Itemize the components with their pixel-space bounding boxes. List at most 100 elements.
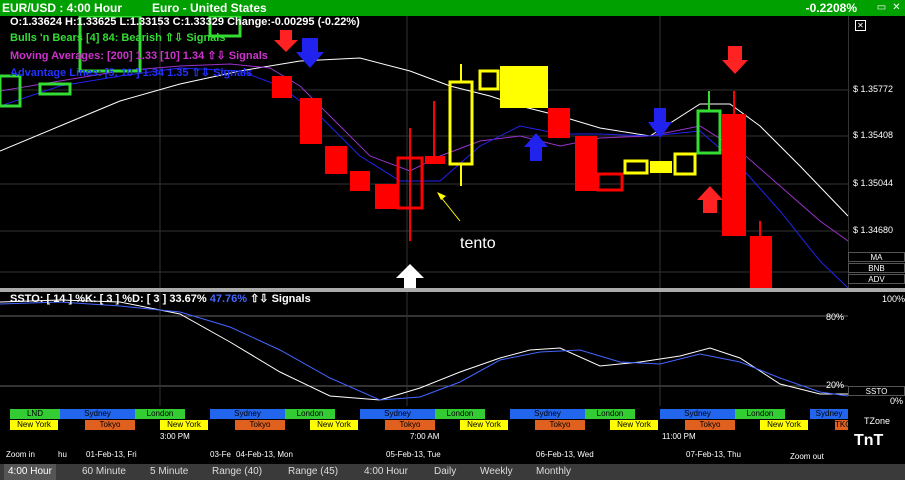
session-cell: New York bbox=[460, 420, 508, 430]
price-tick: $ 1.35408 bbox=[853, 130, 894, 140]
candle-red bbox=[350, 171, 370, 191]
session-cell: Tokyo bbox=[385, 420, 435, 430]
session-cell: Tokyo bbox=[85, 420, 135, 430]
candle-yellow bbox=[478, 69, 500, 91]
adv-button[interactable]: ADV bbox=[848, 274, 905, 284]
tab-range-40[interactable]: Range (40) bbox=[208, 464, 266, 480]
tab-4h-2[interactable]: 4:00 Hour bbox=[360, 464, 412, 480]
candle-red-outline bbox=[596, 172, 624, 192]
session-cell: New York bbox=[610, 420, 658, 430]
candle-red bbox=[272, 76, 292, 98]
up-arrow-red-icon bbox=[697, 186, 723, 213]
session-cell: Tokyo bbox=[535, 420, 585, 430]
candle-red bbox=[325, 146, 347, 174]
price-tick: $ 1.34680 bbox=[853, 225, 894, 235]
price-tick: $ 1.35772 bbox=[853, 84, 894, 94]
session-cell: New York bbox=[310, 420, 358, 430]
candle-red bbox=[722, 114, 746, 236]
annotation-pointer bbox=[439, 195, 461, 222]
candle-yellow bbox=[623, 159, 649, 175]
zoom-in-button[interactable]: Zoom in bbox=[6, 450, 35, 459]
close-panel-icon[interactable]: ✕ bbox=[855, 20, 866, 31]
date-label: hu bbox=[58, 450, 67, 459]
annotation-pointer-head bbox=[437, 192, 446, 200]
change-percent: -0.2208% bbox=[805, 1, 857, 15]
bulls-bears-legend[interactable]: Bulls 'n Bears [4] 84: Bearish ⇧⇩ Signal… bbox=[10, 32, 225, 45]
date-label: 04-Feb-13, Mon bbox=[236, 450, 293, 459]
tab-5m[interactable]: 5 Minute bbox=[146, 464, 192, 480]
stochastic-panel[interactable]: SSTO: [ 14 ] %K: [ 3 ] %D: [ 3 ] 33.67% … bbox=[0, 292, 848, 406]
candle-red bbox=[750, 236, 772, 288]
price-axis: $ 1.35772 $ 1.35408 $ 1.35044 $ 1.34680 … bbox=[848, 16, 905, 288]
ssto-button[interactable]: SSTO bbox=[848, 386, 905, 396]
moving-averages-legend[interactable]: Moving Averages: [200] 1.33 [10] 1.34 ⇧⇩… bbox=[10, 50, 268, 63]
stoch-k-line bbox=[0, 299, 848, 401]
date-label: 05-Feb-13, Tue bbox=[386, 450, 441, 459]
stochastic-svg bbox=[0, 292, 848, 406]
session-cell: London bbox=[735, 409, 785, 419]
timeframe-tabs: 4:00 Hour 60 Minute 5 Minute Range (40) … bbox=[0, 464, 905, 480]
time-axis[interactable]: 3:00 PM 7:00 AM 11:00 PM Zoom in hu 01-F… bbox=[0, 430, 848, 462]
session-cell: Sydney bbox=[660, 409, 735, 419]
adv-line bbox=[0, 67, 848, 288]
candle-red bbox=[300, 98, 322, 144]
stoch-d-value: 47.76% bbox=[209, 293, 248, 305]
stoch-signals[interactable]: ⇧⇩ Signals bbox=[250, 293, 311, 305]
tab-range-45[interactable]: Range (45) bbox=[284, 464, 342, 480]
tab-4h[interactable]: 4:00 Hour bbox=[4, 464, 56, 480]
close-icon[interactable]: ✕ bbox=[891, 2, 902, 13]
date-label: 07-Feb-13, Thu bbox=[686, 450, 741, 459]
up-arrow-white-icon bbox=[396, 264, 424, 288]
stoch-tick: 20% bbox=[826, 380, 845, 390]
stoch-axis-min: 0% bbox=[890, 396, 904, 406]
stoch-tick: 80% bbox=[826, 312, 845, 322]
session-cell: LND bbox=[10, 409, 60, 419]
session-cell: Tokyo bbox=[235, 420, 285, 430]
zoom-out-button[interactable]: Zoom out bbox=[790, 452, 824, 461]
annotation-label: tento bbox=[460, 235, 496, 252]
tzone-label[interactable]: TZone bbox=[864, 416, 890, 426]
down-arrow-red-icon bbox=[274, 30, 298, 52]
candle-yellow bbox=[673, 152, 697, 176]
session-cell: New York bbox=[760, 420, 808, 430]
session-cell: TKO bbox=[835, 420, 848, 430]
time-label: 3:00 PM bbox=[160, 432, 190, 441]
up-arrow-blue-icon bbox=[524, 133, 548, 161]
time-label: 11:00 PM bbox=[662, 432, 696, 441]
tzone-panel: TZone TnT bbox=[848, 406, 905, 462]
advantage-lines-legend[interactable]: Advantage Lines: [5, 10 ] 1.34 1.35 ⇧⇩ S… bbox=[10, 67, 252, 80]
tab-monthly[interactable]: Monthly bbox=[532, 464, 575, 480]
tab-daily[interactable]: Daily bbox=[430, 464, 460, 480]
stoch-d-line bbox=[0, 301, 848, 401]
ma-button[interactable]: MA bbox=[848, 252, 905, 262]
session-cell: Tokyo bbox=[685, 420, 735, 430]
tab-60m[interactable]: 60 Minute bbox=[78, 464, 130, 480]
title-bar: EUR/USD : 4:00 Hour Euro - United States… bbox=[0, 0, 905, 16]
minimize-icon[interactable]: ▭ bbox=[876, 2, 887, 13]
stoch-label: SSTO: [ 14 ] %K: [ 3 ] %D: [ 3 ] bbox=[10, 293, 167, 305]
stoch-axis-max: 100% bbox=[882, 294, 905, 304]
session-cell: Sydney bbox=[60, 409, 135, 419]
tab-weekly[interactable]: Weekly bbox=[476, 464, 517, 480]
price-tick: $ 1.35044 bbox=[853, 178, 894, 188]
down-arrow-blue-icon bbox=[296, 38, 324, 68]
time-label: 7:00 AM bbox=[410, 432, 440, 441]
session-cell: London bbox=[435, 409, 485, 419]
session-cell: New York bbox=[10, 420, 58, 430]
down-arrow-blue-icon bbox=[648, 108, 672, 138]
candle-yellow-filled bbox=[650, 161, 672, 173]
bnb-button[interactable]: BNB bbox=[848, 263, 905, 273]
session-cell: Sydney bbox=[810, 409, 848, 419]
ohlc-legend: O:1.33624 H:1.33625 L:1.33153 C:1.33329 … bbox=[10, 16, 360, 28]
symbol-title: EUR/USD : 4:00 Hour bbox=[2, 1, 123, 15]
candle-yellow-filled bbox=[500, 66, 548, 108]
tnt-logo: TnT bbox=[854, 432, 884, 449]
price-chart[interactable]: O:1.33624 H:1.33625 L:1.33153 C:1.33329 … bbox=[0, 16, 848, 288]
session-cell: Sydney bbox=[360, 409, 435, 419]
session-row-top: LND Sydney London Sydney London Sydney L… bbox=[0, 409, 848, 419]
candle-yellow bbox=[448, 80, 474, 166]
stoch-legend: SSTO: [ 14 ] %K: [ 3 ] %D: [ 3 ] 33.67% … bbox=[10, 293, 311, 306]
session-cell: London bbox=[135, 409, 185, 419]
stochastic-axis: 100% 0% SSTO bbox=[848, 292, 905, 406]
session-row-bottom: New York Tokyo New York Tokyo New York T… bbox=[0, 420, 848, 430]
